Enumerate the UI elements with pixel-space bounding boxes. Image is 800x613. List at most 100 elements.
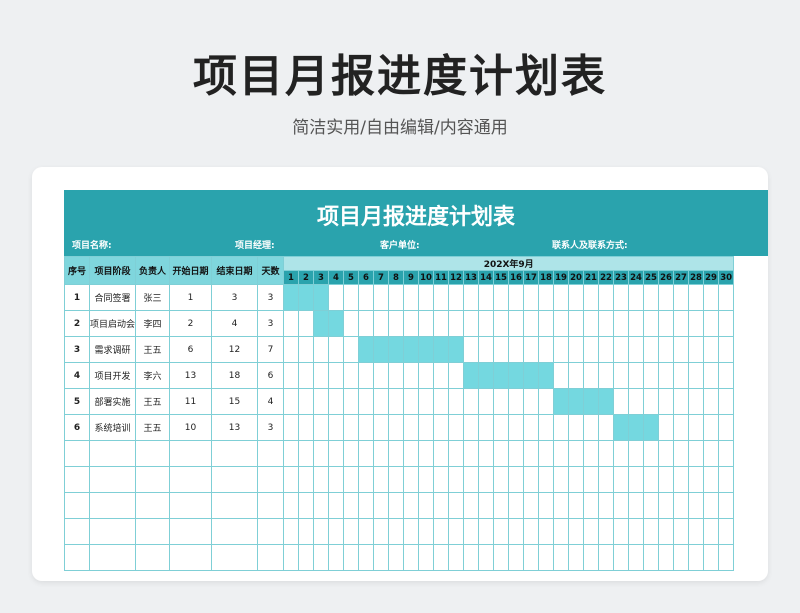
gantt-cell[interactable] <box>688 414 704 441</box>
gantt-cell[interactable] <box>553 362 569 389</box>
gantt-cell[interactable] <box>508 544 524 571</box>
gantt-cell[interactable] <box>673 466 689 493</box>
gantt-cell[interactable] <box>538 414 554 441</box>
gantt-cell[interactable] <box>433 284 449 311</box>
gantt-cell[interactable] <box>598 414 614 441</box>
gantt-cell[interactable] <box>463 466 479 493</box>
gantt-bar-cell[interactable] <box>433 336 449 363</box>
cell-stage[interactable]: 项目开发 <box>89 362 136 389</box>
empty-cell[interactable] <box>257 440 284 467</box>
gantt-bar-cell[interactable] <box>463 362 479 389</box>
gantt-bar-cell[interactable] <box>478 362 494 389</box>
gantt-cell[interactable] <box>388 492 404 519</box>
gantt-cell[interactable] <box>628 284 644 311</box>
gantt-cell[interactable] <box>343 492 359 519</box>
gantt-cell[interactable] <box>703 440 719 467</box>
gantt-cell[interactable] <box>418 544 434 571</box>
gantt-cell[interactable] <box>448 492 464 519</box>
empty-cell[interactable] <box>89 544 136 571</box>
gantt-cell[interactable] <box>553 414 569 441</box>
gantt-cell[interactable] <box>643 336 659 363</box>
gantt-cell[interactable] <box>538 492 554 519</box>
gantt-cell[interactable] <box>553 466 569 493</box>
gantt-bar-cell[interactable] <box>538 362 554 389</box>
cell-end[interactable]: 4 <box>211 310 258 337</box>
gantt-cell[interactable] <box>598 466 614 493</box>
gantt-cell[interactable] <box>373 284 389 311</box>
gantt-cell[interactable] <box>298 466 314 493</box>
gantt-cell[interactable] <box>568 284 584 311</box>
gantt-cell[interactable] <box>583 440 599 467</box>
gantt-cell[interactable] <box>388 310 404 337</box>
gantt-cell[interactable] <box>418 388 434 415</box>
gantt-cell[interactable] <box>643 492 659 519</box>
empty-cell[interactable] <box>64 544 90 571</box>
gantt-cell[interactable] <box>598 310 614 337</box>
cell-start[interactable]: 1 <box>169 284 212 311</box>
cell-days[interactable]: 7 <box>257 336 284 363</box>
gantt-cell[interactable] <box>343 466 359 493</box>
gantt-cell[interactable] <box>373 388 389 415</box>
gantt-cell[interactable] <box>508 414 524 441</box>
gantt-cell[interactable] <box>598 336 614 363</box>
gantt-cell[interactable] <box>463 414 479 441</box>
cell-index[interactable]: 4 <box>64 362 90 389</box>
gantt-cell[interactable] <box>553 440 569 467</box>
gantt-bar-cell[interactable] <box>298 284 314 311</box>
gantt-cell[interactable] <box>538 388 554 415</box>
gantt-cell[interactable] <box>598 440 614 467</box>
gantt-cell[interactable] <box>658 336 674 363</box>
cell-start[interactable]: 6 <box>169 336 212 363</box>
gantt-cell[interactable] <box>703 466 719 493</box>
gantt-cell[interactable] <box>613 440 629 467</box>
gantt-cell[interactable] <box>493 518 509 545</box>
gantt-cell[interactable] <box>298 362 314 389</box>
gantt-cell[interactable] <box>358 284 374 311</box>
gantt-cell[interactable] <box>673 492 689 519</box>
gantt-cell[interactable] <box>643 466 659 493</box>
gantt-cell[interactable] <box>343 440 359 467</box>
gantt-cell[interactable] <box>583 518 599 545</box>
gantt-cell[interactable] <box>283 492 299 519</box>
gantt-cell[interactable] <box>538 284 554 311</box>
gantt-cell[interactable] <box>658 310 674 337</box>
gantt-cell[interactable] <box>463 336 479 363</box>
gantt-cell[interactable] <box>598 492 614 519</box>
gantt-cell[interactable] <box>688 440 704 467</box>
gantt-cell[interactable] <box>343 544 359 571</box>
empty-cell[interactable] <box>135 518 170 545</box>
empty-cell[interactable] <box>169 492 212 519</box>
gantt-cell[interactable] <box>613 336 629 363</box>
gantt-cell[interactable] <box>478 336 494 363</box>
gantt-cell[interactable] <box>478 518 494 545</box>
gantt-cell[interactable] <box>328 492 344 519</box>
gantt-bar-cell[interactable] <box>553 388 569 415</box>
gantt-cell[interactable] <box>298 388 314 415</box>
gantt-cell[interactable] <box>613 362 629 389</box>
gantt-cell[interactable] <box>673 336 689 363</box>
gantt-bar-cell[interactable] <box>523 362 539 389</box>
gantt-cell[interactable] <box>433 518 449 545</box>
gantt-cell[interactable] <box>283 544 299 571</box>
gantt-cell[interactable] <box>298 518 314 545</box>
gantt-cell[interactable] <box>508 440 524 467</box>
gantt-cell[interactable] <box>448 284 464 311</box>
gantt-cell[interactable] <box>493 492 509 519</box>
gantt-cell[interactable] <box>388 440 404 467</box>
gantt-cell[interactable] <box>328 362 344 389</box>
gantt-cell[interactable] <box>643 362 659 389</box>
gantt-cell[interactable] <box>358 544 374 571</box>
gantt-cell[interactable] <box>403 310 419 337</box>
gantt-cell[interactable] <box>703 414 719 441</box>
empty-cell[interactable] <box>257 492 284 519</box>
cell-stage[interactable]: 项目启动会 <box>89 310 136 337</box>
gantt-cell[interactable] <box>658 284 674 311</box>
gantt-cell[interactable] <box>508 310 524 337</box>
gantt-cell[interactable] <box>343 310 359 337</box>
gantt-cell[interactable] <box>403 466 419 493</box>
gantt-cell[interactable] <box>703 518 719 545</box>
gantt-cell[interactable] <box>298 336 314 363</box>
gantt-cell[interactable] <box>598 362 614 389</box>
empty-cell[interactable] <box>257 466 284 493</box>
gantt-cell[interactable] <box>463 518 479 545</box>
